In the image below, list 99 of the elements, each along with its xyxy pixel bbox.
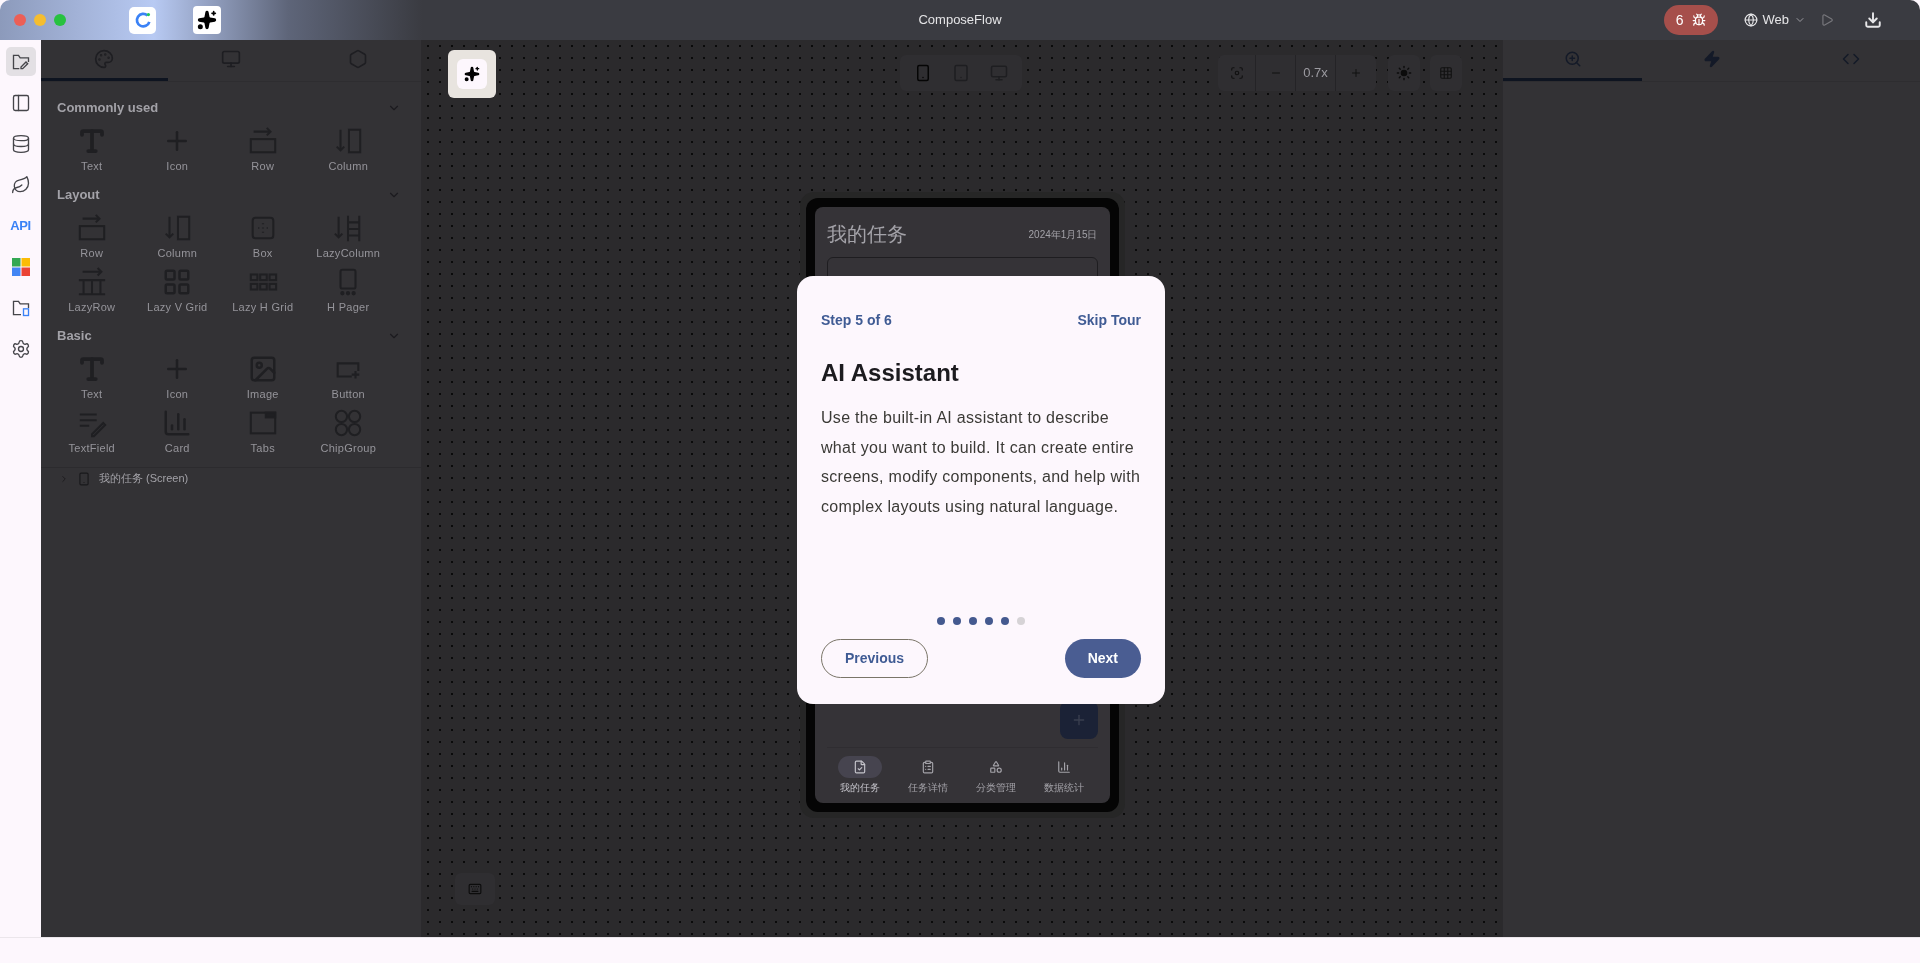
component-tile[interactable]: Card [134, 408, 220, 457]
sparkle-app-icon[interactable] [193, 6, 221, 34]
section-title: Commonly used [57, 99, 159, 118]
rail-item[interactable] [5, 47, 36, 76]
screen-date: 2024年1月15日 [1028, 227, 1098, 242]
component-label: Button [331, 386, 365, 402]
app-grid-icon [10, 256, 31, 277]
component-tile[interactable]: Button [305, 353, 391, 402]
component-tile[interactable]: TextField [49, 408, 135, 457]
component-label: Image [246, 386, 279, 402]
component-tile[interactable]: Box [220, 212, 306, 261]
keyboard-button[interactable] [455, 873, 495, 905]
nav-label: 任务详情 [907, 781, 948, 795]
close-window-button[interactable] [14, 14, 26, 26]
phone-icon [77, 471, 91, 486]
component-label: TextField [68, 441, 115, 456]
component-label: LazyRow [68, 300, 116, 315]
clipboard-icon [920, 760, 935, 774]
component-label: Icon [166, 386, 189, 402]
component-tile[interactable]: LazyRow [49, 267, 135, 316]
nav-label: 我的任务 [839, 781, 880, 795]
component-tile[interactable]: Icon [134, 126, 220, 175]
zoom-in-icon [1563, 50, 1582, 68]
tour-description: Use the built-in AI assistant to describe what you want to build. It can create entire screens, modify components, and help with complex layouts using natural language. [821, 408, 1141, 517]
component-label: Lazy V Grid [147, 300, 208, 315]
panel-icon [10, 92, 31, 113]
component-label: Lazy H Grid [232, 300, 294, 315]
component-tile[interactable]: Tabs [220, 408, 306, 457]
shapes-icon [989, 760, 1004, 774]
component-label: Row [80, 245, 104, 261]
component-tile[interactable]: Text [49, 126, 135, 175]
nav-item[interactable]: 我的任务 [826, 756, 893, 795]
tour-title: AI Assistant [821, 358, 960, 388]
component-tile[interactable]: Lazy V Grid [134, 267, 220, 316]
component-label: Text [81, 386, 103, 402]
component-label: ChipGroup [320, 441, 377, 456]
nav-label: 分类管理 [976, 781, 1017, 795]
next-button[interactable]: Next [1064, 639, 1141, 678]
zoom-window-button[interactable] [54, 14, 66, 26]
keyboard-icon [468, 882, 482, 896]
skip-tour-link[interactable]: Skip Tour [1077, 310, 1141, 331]
zoom-level: 0.7x [1296, 55, 1336, 91]
component-tile[interactable]: Row [49, 212, 135, 261]
leaf-icon [10, 174, 31, 195]
theme-toggle[interactable] [1388, 55, 1420, 91]
component-label: Text [81, 159, 103, 174]
component-tile[interactable]: Row [220, 126, 306, 175]
nav-label: 数据统计 [1044, 781, 1085, 795]
component-tile[interactable]: Text [49, 353, 135, 402]
globe-icon [1743, 13, 1758, 27]
section-title: Layout [57, 185, 100, 204]
tree-label: 我的任务 (Screen) [99, 471, 189, 487]
database-icon [10, 133, 31, 154]
run-icon[interactable] [1820, 13, 1834, 27]
tree-item[interactable]: 我的任务 (Screen) [41, 467, 421, 490]
component-label: Column [157, 245, 198, 261]
loader-app-icon[interactable] [129, 6, 156, 34]
component-label: Box [252, 245, 273, 261]
download-icon[interactable] [1864, 11, 1882, 29]
component-tile[interactable]: H Pager [305, 267, 391, 316]
chart-icon [1057, 760, 1072, 774]
component-label: LazyColumn [316, 245, 381, 261]
minimize-window-button[interactable] [34, 14, 46, 26]
component-tile[interactable]: Icon [134, 353, 220, 402]
component-tile[interactable]: Column [305, 126, 391, 175]
nav-item[interactable]: 数据统计 [1031, 756, 1098, 795]
sun-icon [1396, 65, 1412, 81]
step-counter: Step 5 of 6 [821, 311, 892, 330]
file-check-icon [852, 760, 867, 774]
component-tile[interactable]: Image [220, 353, 306, 402]
component-label: H Pager [327, 300, 370, 315]
rail-item[interactable]: API [5, 211, 36, 240]
component-label: Row [251, 159, 275, 174]
window-title: ComposeFlow [918, 11, 1002, 30]
ai-assistant-button[interactable] [448, 50, 496, 98]
issues-button[interactable]: 6 [1663, 5, 1718, 35]
nav-item[interactable]: 任务详情 [894, 756, 961, 795]
api-label: API [10, 216, 31, 235]
focus-icon [1229, 66, 1244, 80]
phone-icon [914, 64, 932, 82]
bug-icon [1691, 13, 1706, 27]
component-label: Column [328, 159, 369, 174]
section-title: Basic [57, 326, 92, 345]
component-tile[interactable]: Lazy H Grid [220, 267, 306, 316]
nav-item[interactable]: 分类管理 [963, 756, 1030, 795]
lightning-icon [1702, 50, 1721, 68]
sparkle-icon [464, 66, 480, 82]
grid-icon [1439, 66, 1453, 80]
platform-dropdown[interactable]: Web [1743, 10, 1806, 30]
component-tile[interactable]: LazyColumn [305, 212, 391, 261]
component-label: Tabs [250, 441, 275, 456]
plus-icon [1350, 67, 1362, 79]
component-label: Card [164, 441, 190, 456]
component-tile[interactable]: ChipGroup [305, 408, 391, 457]
component-label: Icon [166, 159, 189, 174]
grid-toggle[interactable] [1430, 55, 1462, 91]
settings-icon [10, 338, 31, 359]
component-tile[interactable]: Column [134, 212, 220, 261]
screen-title: 我的任务 [826, 222, 907, 247]
